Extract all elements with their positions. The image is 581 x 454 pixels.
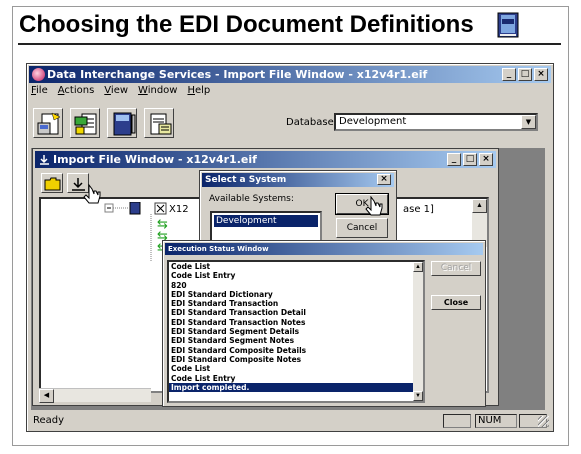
log-line: Code List Entry — [171, 373, 236, 383]
open-folder-button[interactable] — [41, 173, 63, 193]
log-line: Code List — [171, 364, 211, 374]
status-num: NUM — [475, 414, 517, 428]
main-window-title: Data Interchange Services - Import File … — [47, 68, 428, 81]
tree-item-x12[interactable]: X12 — [169, 204, 189, 215]
mouse-cursor-icon — [365, 196, 383, 216]
database-label: Database — [286, 117, 334, 128]
cancel-button[interactable]: Cancel — [431, 261, 481, 276]
available-systems-label: Available Systems: — [209, 194, 294, 204]
tree-item-tail: ase 1] — [403, 204, 434, 215]
log-line: EDI Standard Dictionary — [171, 289, 273, 299]
log-line: EDI Standard Transaction Detail — [171, 308, 306, 318]
main-toolbar — [33, 108, 174, 138]
menu-help[interactable]: Help — [187, 85, 210, 101]
import-window-title: Import File Window - x12v4r1.eif — [53, 153, 257, 166]
menu-view[interactable]: View — [104, 85, 128, 101]
log-line: EDI Standard Transaction — [171, 299, 279, 309]
execution-log-list[interactable]: Code List Code List Entry 820 EDI Standa… — [167, 260, 425, 403]
minimize-button[interactable]: _ — [502, 68, 516, 81]
log-line: 820 — [171, 280, 187, 290]
select-system-titlebar[interactable]: Select a System × — [202, 173, 394, 187]
select-system-title: Select a System — [205, 175, 287, 185]
scroll-left-icon[interactable]: ◀ — [39, 389, 54, 403]
log-line: EDI Standard Composite Notes — [171, 354, 302, 364]
list-item[interactable]: Development — [214, 215, 318, 227]
title-divider — [18, 43, 561, 45]
status-panel — [443, 414, 471, 428]
folder-icon — [44, 177, 61, 191]
scroll-down-icon[interactable]: ▼ — [413, 391, 423, 401]
app-icon — [32, 68, 45, 81]
log-scrollbar[interactable]: ▲ ▼ — [413, 262, 423, 401]
new-document-icon — [37, 112, 61, 135]
log-line-selected[interactable]: Import completed. — [169, 382, 423, 393]
maximize-button[interactable]: □ — [463, 153, 477, 166]
status-bar: Ready NUM — [29, 413, 551, 429]
close-button[interactable]: × — [534, 68, 548, 81]
menu-window[interactable]: Window — [138, 85, 177, 101]
minimize-button[interactable]: _ — [447, 153, 461, 166]
chevron-down-icon[interactable]: ▼ — [521, 115, 536, 129]
log-line: EDI Standard Transaction Notes — [171, 317, 306, 327]
data-format-icon — [150, 113, 172, 135]
slide-title: Choosing the EDI Document Definitions — [19, 11, 474, 38]
maximize-button[interactable]: □ — [518, 68, 532, 81]
data-format-button[interactable] — [144, 108, 174, 138]
status-text: Ready — [33, 415, 65, 426]
database-value: Development — [339, 116, 407, 127]
menu-file[interactable]: File — [31, 85, 48, 101]
edi-standards-icon — [113, 112, 136, 136]
mouse-cursor-icon — [83, 184, 101, 204]
import-titlebar[interactable]: Import File Window - x12v4r1.eif _ □ × — [35, 151, 496, 168]
close-button[interactable]: Close — [431, 295, 481, 310]
scroll-up-icon[interactable]: ▲ — [472, 199, 487, 213]
scroll-up-icon[interactable]: ▲ — [413, 262, 423, 272]
import-icon — [40, 155, 49, 165]
execution-status-titlebar[interactable]: Execution Status Window — [165, 243, 483, 255]
log-line: EDI Standard Segment Notes — [171, 336, 295, 346]
dialog-close-button[interactable]: × — [377, 174, 391, 185]
log-line: EDI Standard Composite Details — [171, 345, 307, 355]
edi-standards-button[interactable] — [107, 108, 137, 138]
database-select[interactable]: Development ▼ — [334, 113, 538, 131]
log-line: Code List — [171, 262, 211, 271]
execution-status-title: Execution Status Window — [168, 245, 269, 253]
resize-grip[interactable] — [538, 416, 549, 427]
execution-status-window: Execution Status Window Code List Code L… — [162, 240, 486, 407]
new-document-button[interactable] — [33, 108, 63, 138]
menu-bar: File Actions View Window Help — [31, 85, 210, 101]
log-line: Code List Entry — [171, 271, 236, 281]
edi-map-button[interactable] — [70, 108, 100, 138]
log-line: EDI Standard Segment Details — [171, 327, 300, 337]
horizontal-scrollbar[interactable]: ◀ — [39, 388, 151, 403]
main-titlebar[interactable]: Data Interchange Services - Import File … — [29, 66, 551, 83]
close-button[interactable]: × — [479, 153, 493, 166]
menu-actions[interactable]: Actions — [58, 85, 95, 101]
edi-map-icon — [74, 113, 97, 135]
edi-book-icon — [497, 12, 519, 38]
